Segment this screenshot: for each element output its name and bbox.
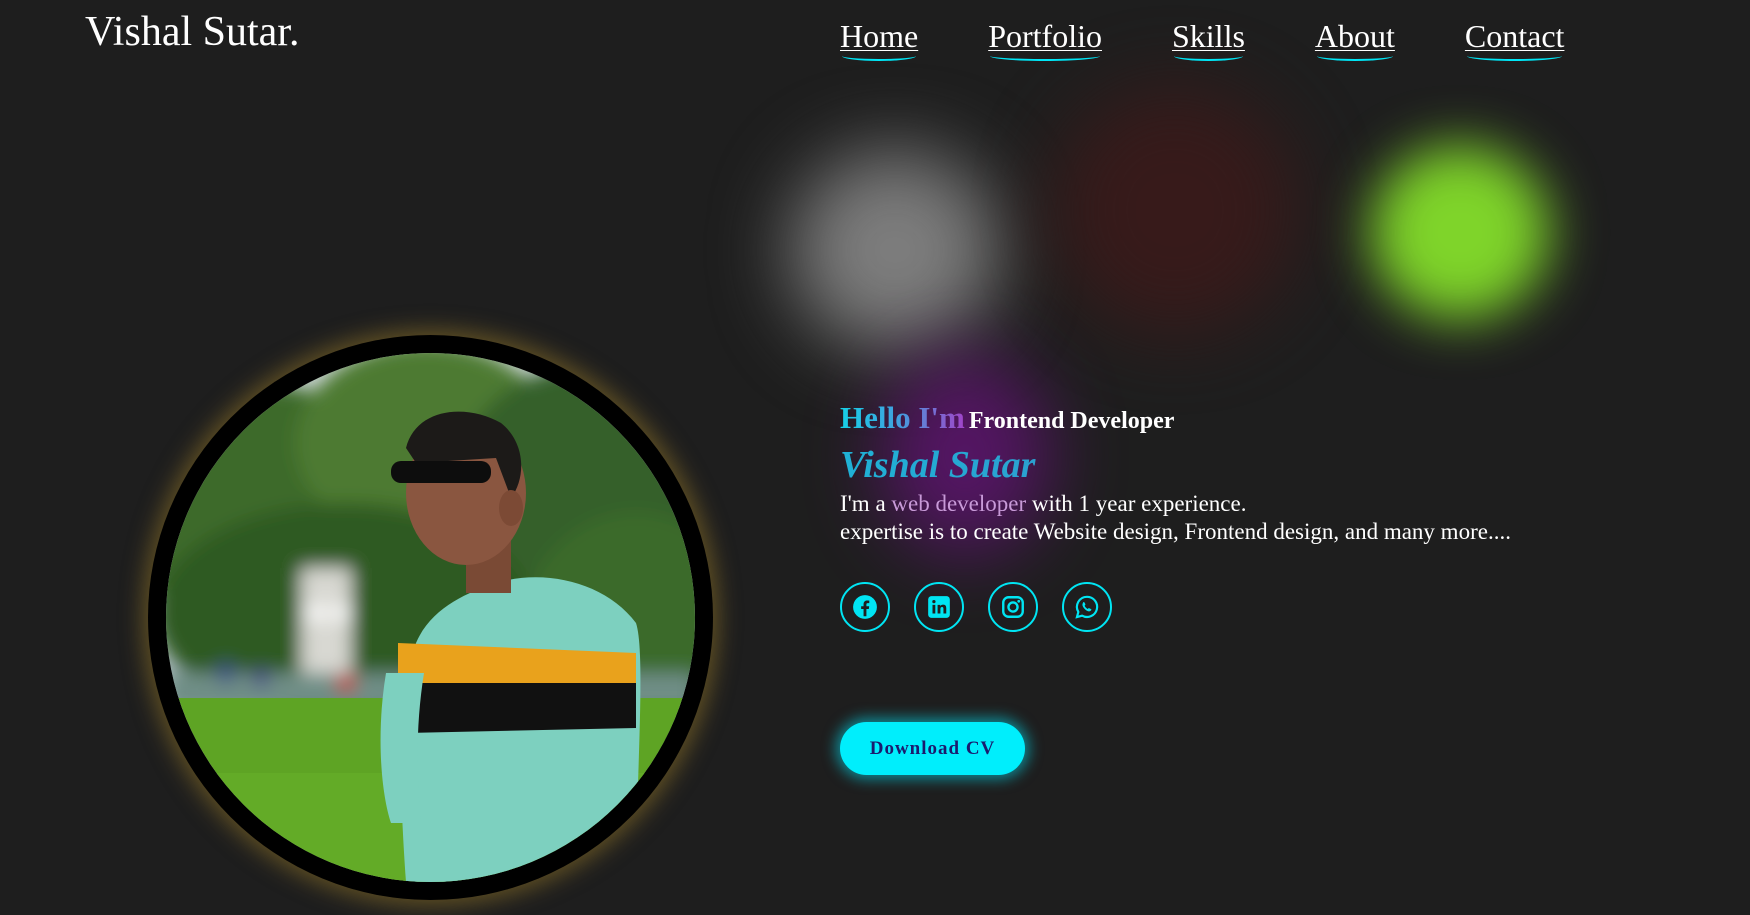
nav-portfolio-label: Portfolio (988, 18, 1102, 54)
nav-skills[interactable]: Skills (1171, 18, 1245, 61)
intro-suffix: with 1 year experience. (1026, 491, 1247, 516)
profile-photo-illustration (166, 353, 695, 882)
nav-underline (1466, 51, 1563, 61)
instagram-link[interactable] (988, 582, 1038, 632)
nav-underline (1316, 51, 1393, 61)
whatsapp-icon (1075, 595, 1099, 619)
hero-intro: I'm a web developer with 1 year experien… (840, 490, 1640, 546)
hero-hello: Hello I'm (840, 400, 965, 435)
nav-about-label: About (1314, 18, 1395, 54)
nav-contact-label: Contact (1464, 18, 1565, 54)
nav-home[interactable]: Home (840, 18, 919, 61)
linkedin-link[interactable] (914, 582, 964, 632)
facebook-link[interactable] (840, 582, 890, 632)
hero-greeting: Hello I'm Frontend Developer (840, 400, 1640, 442)
background-blob-gray (790, 150, 1000, 350)
intro-highlight: web developer (891, 491, 1027, 516)
instagram-icon (1002, 596, 1024, 618)
linkedin-icon (928, 596, 950, 618)
download-cv-button[interactable]: Download CV (840, 722, 1025, 775)
intro-prefix: I'm a (840, 491, 892, 516)
nav-skills-label: Skills (1171, 18, 1245, 54)
facebook-icon (853, 595, 877, 619)
background-blob-green (1370, 145, 1550, 320)
social-links (840, 582, 1640, 632)
hero-section: Hello I'm Frontend Developer Vishal Suta… (840, 400, 1640, 632)
page: Vishal Sutar. Home Portfolio Skills Abou… (0, 0, 1750, 915)
intro-line2: expertise is to create Website design, F… (840, 519, 1511, 544)
whatsapp-link[interactable] (1062, 582, 1112, 632)
nav-underline (842, 51, 917, 61)
nav-home-label: Home (840, 18, 919, 54)
hero-role: Frontend Developer (968, 408, 1175, 434)
profile-photo-frame (148, 335, 713, 900)
nav-underline (990, 51, 1100, 61)
main-nav: Home Portfolio Skills About Contact (840, 18, 1565, 61)
site-logo[interactable]: Vishal Sutar. (85, 8, 299, 56)
nav-contact[interactable]: Contact (1464, 18, 1565, 61)
nav-portfolio[interactable]: Portfolio (988, 18, 1102, 61)
nav-about[interactable]: About (1314, 18, 1395, 61)
background-blob-red (1050, 85, 1300, 335)
hero-name: Vishal Sutar (840, 446, 1640, 484)
nav-underline (1173, 51, 1243, 61)
profile-photo (166, 353, 695, 882)
